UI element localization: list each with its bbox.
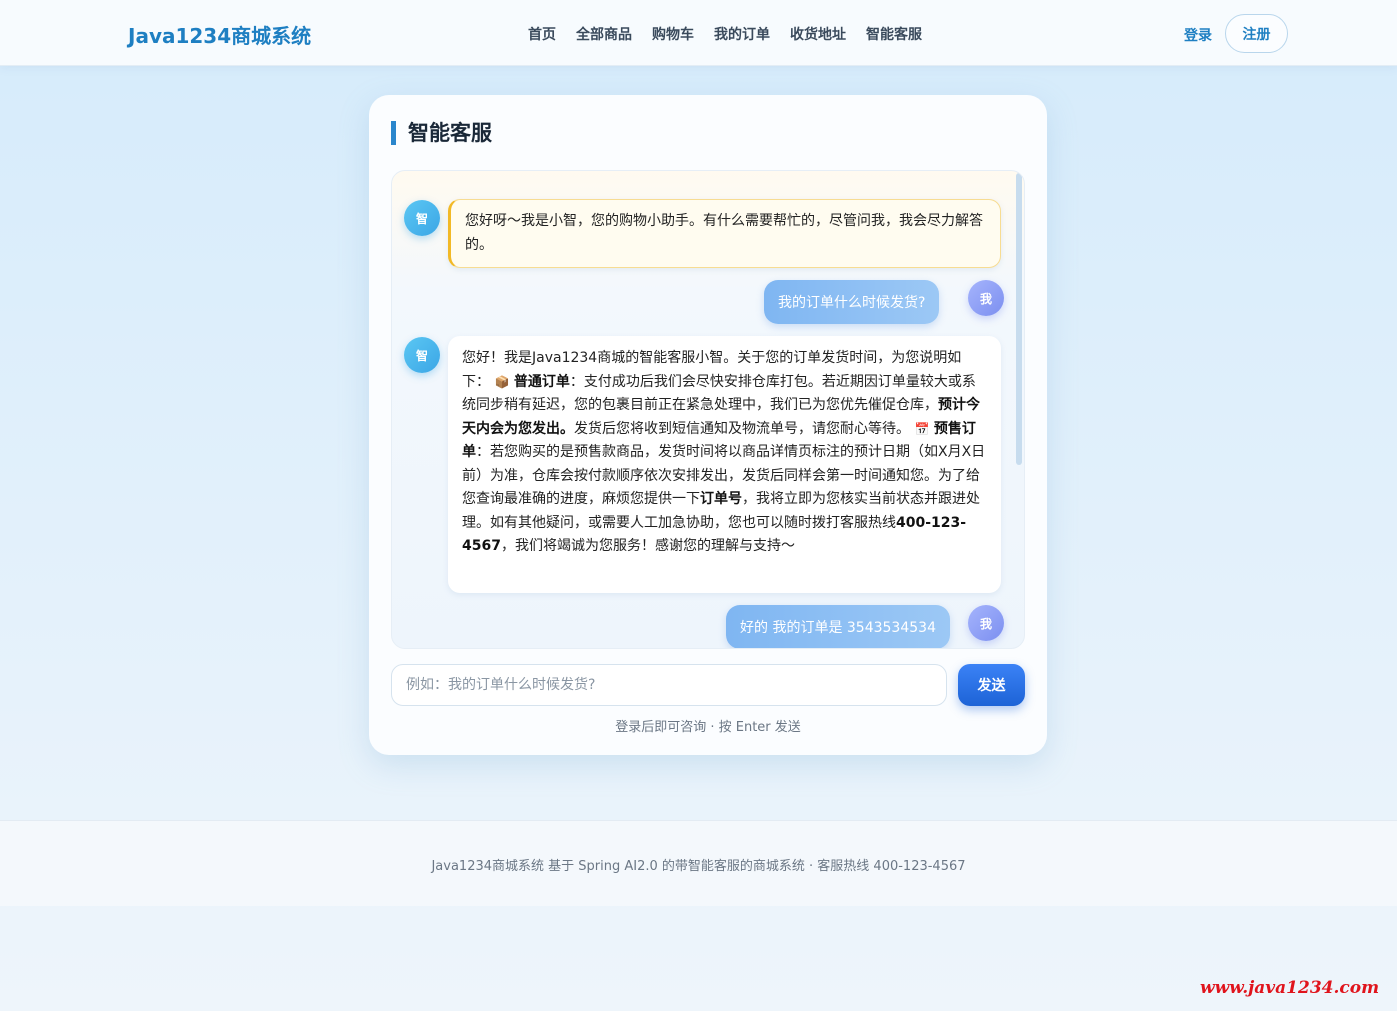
user-message-text: 我的订单什么时候发货? — [778, 295, 926, 311]
main-nav: 首页 全部商品 购物车 我的订单 收货地址 智能客服 — [528, 24, 922, 44]
chat-input[interactable] — [391, 664, 947, 706]
reply-bold-order-no: 订单号 — [700, 491, 742, 507]
nav-smart-service[interactable]: 智能客服 — [866, 24, 922, 44]
watermark: www.java1234.com — [1200, 978, 1380, 998]
top-header: Java1234商城系统 首页 全部商品 购物车 我的订单 收货地址 智能客服 … — [0, 0, 1397, 66]
welcome-message: 您好呀～我是小智，您的购物小助手。有什么需要帮忙的，尽管问我，我会尽力解答的。 — [448, 199, 1001, 268]
login-link[interactable]: 登录 — [1184, 25, 1212, 45]
user-message: 我的订单什么时候发货? — [764, 280, 940, 324]
send-button[interactable]: 发送 — [958, 664, 1025, 706]
calendar-icon: 📅 — [914, 421, 930, 436]
nav-cart[interactable]: 购物车 — [652, 24, 694, 44]
package-icon: 📦 — [494, 374, 510, 389]
footer-text: Java1234商城系统 基于 Spring AI2.0 的带智能客服的商城系统… — [431, 859, 966, 874]
user-avatar: 我 — [968, 280, 1004, 316]
chat-messages[interactable]: 智 您好呀～我是小智，您的购物小助手。有什么需要帮忙的，尽管问我，我会尽力解答的… — [391, 170, 1025, 649]
register-button[interactable]: 注册 — [1225, 14, 1288, 53]
user-message-text: 好的 我的订单是 3543534534 — [740, 620, 936, 636]
nav-my-orders[interactable]: 我的订单 — [714, 24, 770, 44]
bot-reply: 您好！我是Java1234商城的智能客服小智。关于您的订单发货时间，为您说明如下… — [448, 336, 1001, 593]
bot-avatar: 智 — [404, 200, 440, 236]
nav-all-products[interactable]: 全部商品 — [576, 24, 632, 44]
input-hint: 登录后即可咨询 · 按 Enter 发送 — [615, 720, 801, 735]
nav-address[interactable]: 收货地址 — [790, 24, 846, 44]
page-footer: Java1234商城系统 基于 Spring AI2.0 的带智能客服的商城系统… — [0, 820, 1397, 906]
reply-text: ，我们将竭诚为您服务！感谢您的理解与支持～ — [500, 538, 795, 554]
bot-avatar: 智 — [404, 337, 440, 373]
chat-card: 智能客服 智 您好呀～我是小智，您的购物小助手。有什么需要帮忙的，尽管问我，我会… — [369, 95, 1047, 755]
nav-home[interactable]: 首页 — [528, 24, 556, 44]
user-message: 好的 我的订单是 3543534534 — [726, 605, 950, 648]
welcome-text: 您好呀～我是小智，您的购物小助手。有什么需要帮忙的，尽管问我，我会尽力解答的。 — [465, 213, 983, 253]
page-title: 智能客服 — [391, 121, 492, 145]
reply-bold-normal-order: 普通订单 — [513, 373, 570, 390]
reply-text: 发货后您将收到短信通知及物流单号，请您耐心等待。 — [574, 420, 910, 437]
site-logo[interactable]: Java1234商城系统 — [128, 20, 311, 49]
user-avatar: 我 — [968, 605, 1004, 641]
chat-scrollbar[interactable] — [1016, 173, 1022, 465]
